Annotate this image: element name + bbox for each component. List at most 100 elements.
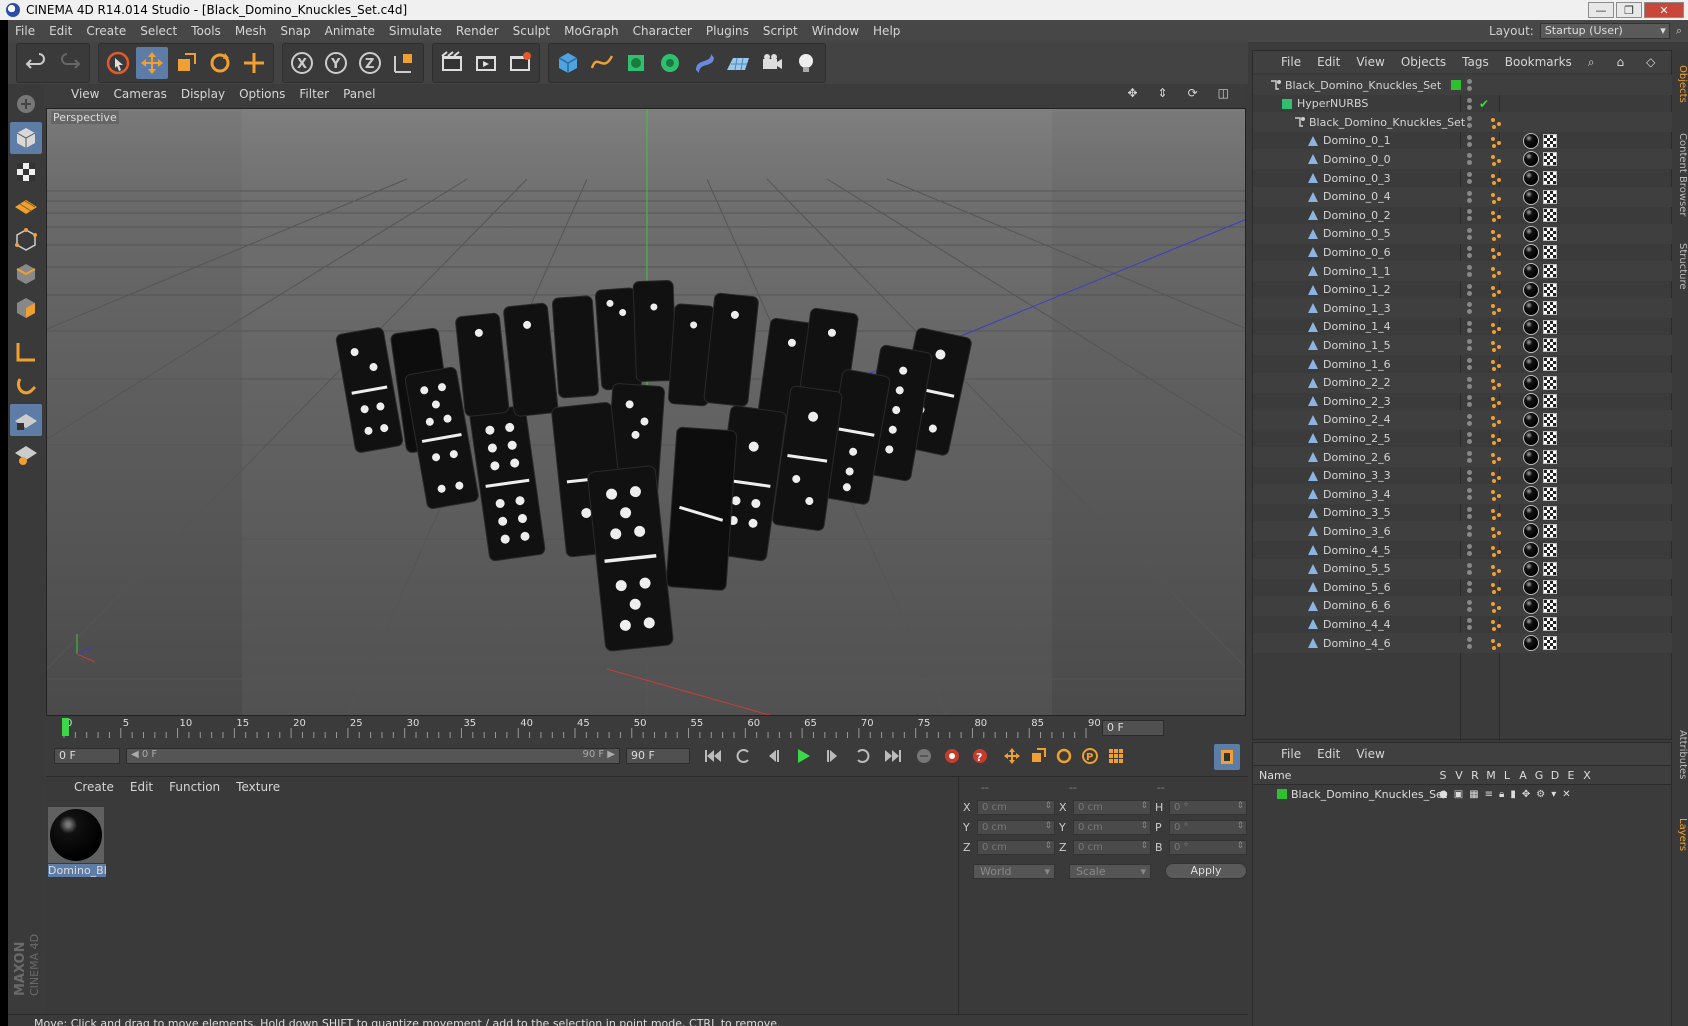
visibility-dots[interactable]	[1467, 544, 1472, 556]
key-pla-icon[interactable]	[1104, 744, 1128, 768]
visibility-dots[interactable]	[1467, 469, 1472, 482]
layer-expressions-icon[interactable]: ▾	[1551, 789, 1556, 800]
phong-tag-icon[interactable]	[1489, 339, 1501, 353]
layer-visible-icon[interactable]: ▣	[1454, 789, 1463, 800]
array-icon[interactable]	[654, 47, 686, 79]
phong-tag-icon[interactable]	[1489, 246, 1501, 260]
layer-column-header[interactable]: M	[1483, 769, 1499, 782]
material-tag-icon[interactable]	[1523, 523, 1539, 540]
texture-tag-icon[interactable]	[1543, 487, 1557, 502]
points-mode-icon[interactable]	[10, 224, 42, 256]
visibility-dots[interactable]	[1467, 395, 1472, 408]
layer-column-header[interactable]: X	[1579, 769, 1595, 782]
search-icon[interactable]: ⌕	[1580, 55, 1603, 70]
texture-tag-icon[interactable]	[1543, 301, 1557, 316]
object-row[interactable]: Domino_6_6	[1253, 595, 1673, 616]
layer-solo-icon[interactable]: ●	[1439, 789, 1448, 800]
visibility-dots[interactable]	[1467, 265, 1472, 277]
position-z-field[interactable]: 0 cm	[977, 839, 1055, 855]
texture-tag-icon[interactable]	[1543, 375, 1557, 390]
texture-tag-icon[interactable]	[1543, 394, 1557, 409]
tweak-mode-icon[interactable]	[10, 370, 42, 402]
make-editable-icon[interactable]	[10, 88, 42, 120]
visibility-dots[interactable]	[1467, 153, 1472, 166]
texture-tag-icon[interactable]	[1543, 580, 1557, 595]
texture-tag-icon[interactable]	[1543, 208, 1557, 223]
layer-menu-file[interactable]: File	[1273, 747, 1309, 761]
visibility-dots[interactable]	[1467, 525, 1472, 538]
size-x-field[interactable]: 0 cm	[1073, 799, 1151, 815]
texture-tag-icon[interactable]	[1543, 189, 1557, 204]
texture-tag-icon[interactable]	[1543, 133, 1557, 148]
texture-tag-icon[interactable]	[1543, 450, 1557, 464]
menu-tools[interactable]: Tools	[184, 24, 228, 38]
object-row[interactable]: Domino_5_5	[1253, 558, 1673, 579]
previous-frame-icon[interactable]	[760, 744, 786, 768]
viewport-zoom-icon[interactable]: ⇕	[1151, 86, 1175, 100]
layer-animation-icon[interactable]: ▮	[1510, 789, 1516, 800]
texture-tag-icon[interactable]	[1543, 171, 1557, 185]
layer-column-header[interactable]: A	[1515, 769, 1531, 782]
layer-manager-icon[interactable]: ≡	[1485, 789, 1493, 800]
position-y-field[interactable]: 0 cm	[977, 819, 1055, 835]
next-frame-icon[interactable]	[820, 744, 846, 768]
size-mode-dropdown[interactable]: Scale	[1069, 863, 1151, 879]
phong-tag-icon[interactable]	[1489, 637, 1501, 650]
texture-tag-icon[interactable]	[1543, 505, 1557, 520]
visibility-dots[interactable]	[1467, 116, 1472, 129]
menu-window[interactable]: Window	[805, 24, 866, 38]
layer-color-swatch[interactable]	[1277, 789, 1287, 799]
tab-objects[interactable]: Objects	[1672, 54, 1688, 114]
enabled-check-icon[interactable]: ✔	[1479, 97, 1489, 111]
visibility-dots[interactable]	[1467, 488, 1472, 501]
texture-tag-icon[interactable]	[1543, 431, 1557, 446]
visibility-dots[interactable]	[1467, 506, 1472, 519]
material-tag-icon[interactable]	[1523, 467, 1539, 484]
layer-generators-icon[interactable]: ✥	[1522, 789, 1530, 800]
visibility-dots[interactable]	[1467, 97, 1472, 110]
collapse-icon[interactable]: ◇	[1638, 55, 1663, 70]
perspective-viewport[interactable]: Perspective	[46, 108, 1246, 716]
object-menu-objects[interactable]: Objects	[1393, 55, 1454, 69]
close-button[interactable]: ✕	[1644, 2, 1684, 18]
texture-tag-icon[interactable]	[1543, 617, 1557, 632]
key-position-icon[interactable]	[1000, 744, 1024, 768]
object-row[interactable]: Domino_2_4	[1253, 409, 1673, 430]
menu-script[interactable]: Script	[756, 24, 805, 38]
menu-animate[interactable]: Animate	[318, 24, 382, 38]
material-tag-icon[interactable]	[1523, 393, 1539, 410]
menu-create[interactable]: Create	[79, 24, 133, 38]
layer-deformers-icon[interactable]: ⚙︎	[1536, 789, 1545, 800]
object-row[interactable]: Domino_1_2	[1253, 280, 1673, 300]
phong-tag-icon[interactable]	[1489, 321, 1501, 334]
current-frame-field[interactable]: 0 F	[1102, 720, 1164, 736]
undo-icon[interactable]	[20, 47, 52, 79]
object-row[interactable]: Domino_2_3	[1253, 391, 1673, 411]
material-tag-icon[interactable]	[1523, 318, 1539, 335]
object-row[interactable]: Domino_3_4	[1253, 484, 1673, 505]
material-tag-icon[interactable]	[1523, 635, 1539, 651]
visibility-dots[interactable]	[1467, 358, 1472, 370]
position-x-field[interactable]: 0 cm	[977, 799, 1055, 815]
camera-icon[interactable]	[756, 47, 788, 79]
visibility-dots[interactable]	[1467, 79, 1472, 91]
material-tag-icon[interactable]	[1523, 263, 1539, 279]
menu-help[interactable]: Help	[866, 24, 907, 38]
timeline-window-icon[interactable]	[1214, 744, 1240, 770]
visibility-dots[interactable]	[1467, 637, 1472, 649]
object-row[interactable]: Domino_2_6	[1253, 447, 1673, 467]
object-menu-file[interactable]: File	[1273, 55, 1309, 69]
object-row[interactable]: Domino_0_5	[1253, 223, 1673, 244]
object-menu-bookmarks[interactable]: Bookmarks	[1497, 55, 1580, 69]
visibility-dots[interactable]	[1467, 413, 1472, 426]
workplane-icon[interactable]	[10, 190, 42, 222]
material-tag-icon[interactable]	[1523, 449, 1539, 465]
group-row[interactable]: Black_Domino_Knuckles_Set	[1253, 112, 1673, 133]
menu-select[interactable]: Select	[133, 24, 184, 38]
visibility-dots[interactable]	[1467, 283, 1472, 296]
texture-tag-icon[interactable]	[1543, 264, 1557, 278]
menu-mograph[interactable]: MoGraph	[557, 24, 626, 38]
layout-dropdown[interactable]: Startup (User)	[1539, 23, 1670, 39]
object-row[interactable]: Domino_1_6	[1253, 354, 1673, 374]
z-axis-icon[interactable]: Z	[354, 47, 386, 79]
